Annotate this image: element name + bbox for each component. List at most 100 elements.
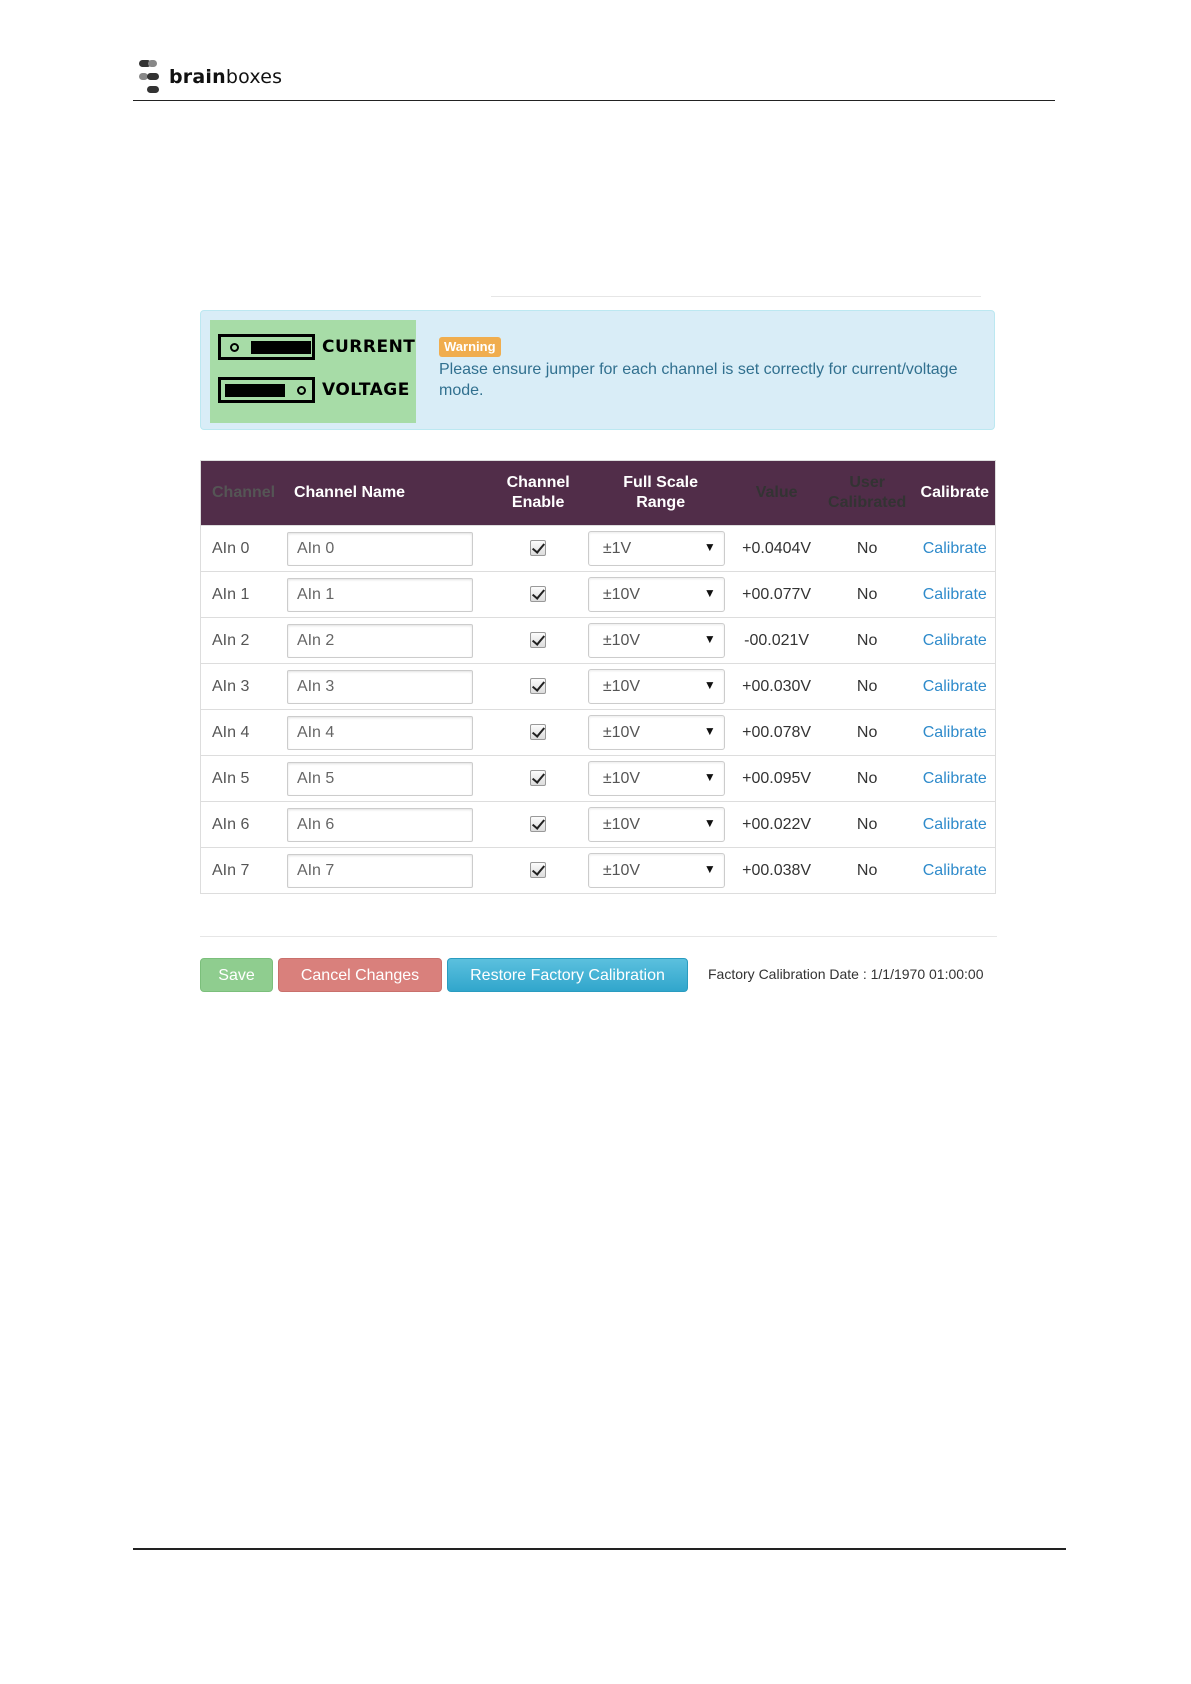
table-row: AIn 0 ±1V▼ +0.0404V No Calibrate	[201, 525, 995, 572]
channel-name-input[interactable]	[286, 623, 473, 658]
restore-factory-calibration-button[interactable]: Restore Factory Calibration	[447, 958, 688, 992]
buttons-divider	[200, 936, 997, 937]
calibrate-link[interactable]: Calibrate	[923, 678, 987, 695]
channel-cell: AIn 6	[201, 801, 284, 848]
header-user-calibrated: User Calibrated	[819, 461, 915, 526]
channel-cell: AIn 4	[201, 709, 284, 756]
channel-name-input[interactable]	[286, 715, 473, 750]
channel-cell: AIn 7	[201, 847, 284, 893]
calibrate-link[interactable]: Calibrate	[923, 586, 987, 603]
dropdown-arrow-icon: ▼	[703, 632, 716, 646]
footer-divider	[133, 1548, 1066, 1550]
user-calibrated-cell: No	[819, 755, 915, 802]
channel-cell: AIn 2	[201, 617, 284, 664]
table-row: AIn 4 ±10V▼ +00.078V No Calibrate	[201, 709, 995, 756]
table-row: AIn 6 ±10V▼ +00.022V No Calibrate	[201, 801, 995, 848]
header-full-scale-range: Full Scale Range	[587, 461, 734, 526]
user-calibrated-cell: No	[819, 663, 915, 710]
header-channel-enable: Channel Enable	[488, 461, 588, 526]
header-channel-name: Channel Name	[283, 461, 489, 526]
channel-name-input[interactable]	[286, 853, 473, 888]
range-select[interactable]: ±10V ▼	[587, 669, 725, 704]
voltage-jumper-row: VOLTAGE	[218, 377, 416, 417]
value-cell: +00.095V	[733, 755, 820, 802]
cancel-changes-button[interactable]: Cancel Changes	[278, 958, 442, 992]
channel-enable-checkbox[interactable]	[530, 862, 547, 879]
value-cell: +00.038V	[733, 847, 820, 893]
range-select[interactable]: ±10V ▼	[587, 623, 725, 658]
jumper-warning-alert: CURRENT VOLTAGE Warning Please ensure ju…	[200, 310, 995, 430]
channel-table: Channel Channel Name Channel Enable Full …	[200, 460, 996, 894]
value-cell: +00.078V	[733, 709, 820, 756]
range-select[interactable]: ±10V ▼	[587, 807, 725, 842]
range-select[interactable]: ±10V ▼	[587, 577, 725, 612]
jumper-current-icon	[218, 334, 315, 360]
calibrate-link[interactable]: Calibrate	[923, 540, 987, 557]
warning-badge: Warning	[439, 337, 501, 357]
warning-message: Please ensure jumper for each channel is…	[439, 361, 958, 399]
value-cell: -00.021V	[733, 617, 820, 664]
value-cell: +00.030V	[733, 663, 820, 710]
dropdown-arrow-icon: ▼	[703, 724, 716, 738]
factory-calibration-date: Factory Calibration Date : 1/1/1970 01:0…	[708, 966, 984, 982]
channel-cell: AIn 3	[201, 663, 284, 710]
table-row: AIn 1 ±10V▼ +00.077V No Calibrate	[201, 571, 995, 618]
brand-logo: brainboxes	[139, 58, 282, 96]
channel-enable-checkbox[interactable]	[530, 540, 547, 557]
channel-name-input[interactable]	[286, 807, 473, 842]
jumper-diagram-image: CURRENT VOLTAGE	[210, 320, 416, 423]
channel-name-input[interactable]	[286, 577, 473, 612]
table-row: AIn 2 ±10V▼ -00.021V No Calibrate	[201, 617, 995, 664]
channel-enable-checkbox[interactable]	[530, 816, 547, 833]
user-calibrated-cell: No	[819, 709, 915, 756]
dropdown-arrow-icon: ▼	[703, 770, 716, 784]
header-calibrate: Calibrate	[914, 461, 995, 526]
channel-cell: AIn 1	[201, 571, 284, 618]
calibrate-link[interactable]: Calibrate	[923, 632, 987, 649]
channel-name-input[interactable]	[286, 531, 473, 566]
channel-name-input[interactable]	[286, 761, 473, 796]
dropdown-arrow-icon: ▼	[703, 586, 716, 600]
calibrate-link[interactable]: Calibrate	[923, 770, 987, 787]
channel-enable-checkbox[interactable]	[530, 678, 547, 695]
table-row: AIn 5 ±10V▼ +00.095V No Calibrate	[201, 755, 995, 802]
channel-enable-checkbox[interactable]	[530, 632, 547, 649]
channel-cell: AIn 0	[201, 525, 284, 572]
channel-enable-checkbox[interactable]	[530, 770, 547, 787]
top-divider	[491, 296, 981, 297]
user-calibrated-cell: No	[819, 571, 915, 618]
dropdown-arrow-icon: ▼	[703, 862, 716, 876]
jumper-voltage-icon	[218, 377, 315, 403]
table-row: AIn 3 ±10V▼ +00.030V No Calibrate	[201, 663, 995, 710]
value-cell: +00.022V	[733, 801, 820, 848]
range-select[interactable]: ±10V ▼	[587, 715, 725, 750]
current-label: CURRENT	[322, 337, 416, 357]
brand-logo-icon	[139, 58, 167, 96]
channel-name-input[interactable]	[286, 669, 473, 704]
channel-cell: AIn 5	[201, 755, 284, 802]
save-button[interactable]: Save	[200, 958, 273, 992]
user-calibrated-cell: No	[819, 617, 915, 664]
value-cell: +00.077V	[733, 571, 820, 618]
calibrate-link[interactable]: Calibrate	[923, 724, 987, 741]
user-calibrated-cell: No	[819, 847, 915, 893]
dropdown-arrow-icon: ▼	[703, 816, 716, 830]
header-channel: Channel	[201, 461, 284, 526]
calibrate-link[interactable]: Calibrate	[923, 862, 987, 879]
calibrate-link[interactable]: Calibrate	[923, 816, 987, 833]
header-divider	[133, 100, 1055, 101]
current-jumper-row: CURRENT	[218, 334, 416, 374]
dropdown-arrow-icon: ▼	[703, 678, 716, 692]
brand-name: brainboxes	[169, 66, 283, 88]
range-select[interactable]: ±10V ▼	[587, 853, 725, 888]
value-cell: +0.0404V	[733, 525, 820, 572]
dropdown-arrow-icon: ▼	[703, 540, 716, 554]
range-select[interactable]: ±10V ▼	[587, 761, 725, 796]
user-calibrated-cell: No	[819, 801, 915, 848]
channel-enable-checkbox[interactable]	[530, 586, 547, 603]
range-select[interactable]: ±1V ▼	[587, 531, 725, 566]
header-value: Value	[733, 461, 820, 526]
table-row: AIn 7 ±10V▼ +00.038V No Calibrate	[201, 847, 995, 893]
channel-enable-checkbox[interactable]	[530, 724, 547, 741]
table-header-row: Channel Channel Name Channel Enable Full …	[201, 461, 995, 526]
